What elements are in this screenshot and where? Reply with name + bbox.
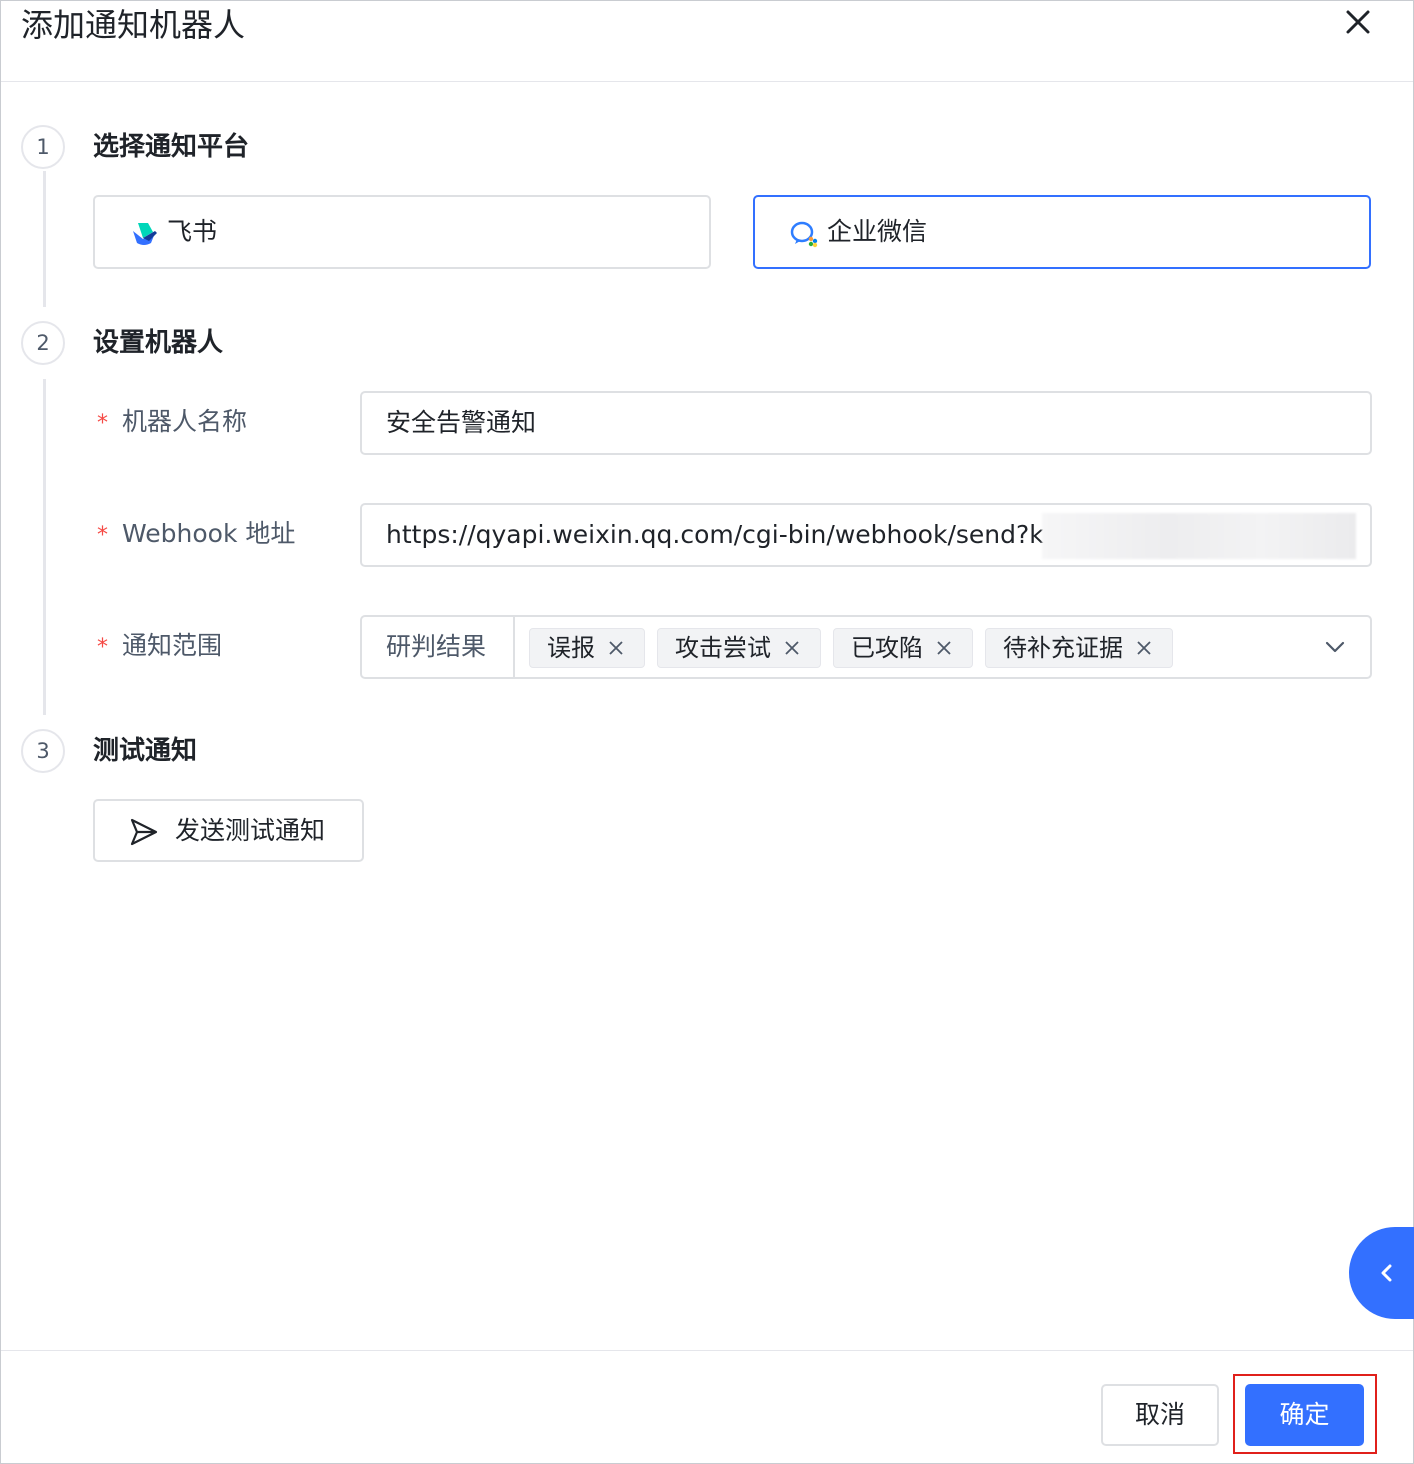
feishu-logo-icon xyxy=(133,223,157,245)
webhook-value: https://qyapi.weixin.qq.com/cgi-bin/webh… xyxy=(386,520,1094,549)
robot-name-input[interactable]: 安全告警通知 xyxy=(360,391,1372,455)
tag-close-icon[interactable] xyxy=(1135,639,1153,657)
step-2-indicator: 2 xyxy=(21,321,65,365)
redacted-key-mask xyxy=(1042,513,1356,559)
webhook-input[interactable]: https://qyapi.weixin.qq.com/cgi-bin/webh… xyxy=(360,503,1372,567)
platform-label: 飞书 xyxy=(167,217,218,246)
send-test-label: 发送测试通知 xyxy=(175,816,326,845)
scope-prefix: 研判结果 xyxy=(362,617,515,677)
dialog-footer: 取消 确定 xyxy=(1,1350,1413,1464)
platform-label: 企业微信 xyxy=(827,217,928,246)
scope-tag: 已攻陷 xyxy=(833,628,973,668)
tag-label: 已攻陷 xyxy=(851,634,923,662)
scope-tag: 攻击尝试 xyxy=(657,628,821,668)
scope-select[interactable]: 研判结果 误报 攻击尝试 已攻陷 待补充证据 xyxy=(360,615,1372,679)
required-mark: * xyxy=(97,635,108,660)
webhook-label: * Webhook 地址 xyxy=(97,519,296,548)
tag-close-icon[interactable] xyxy=(783,639,801,657)
required-mark: * xyxy=(97,411,108,436)
tag-close-icon[interactable] xyxy=(935,639,953,657)
dialog-header: 添加通知机器人 xyxy=(1,1,1413,82)
robot-name-label: * 机器人名称 xyxy=(97,407,248,436)
platform-option-feishu[interactable]: 飞书 xyxy=(93,195,711,269)
step-connector xyxy=(43,379,46,715)
step-2-title: 设置机器人 xyxy=(93,328,224,358)
scope-tag: 待补充证据 xyxy=(985,628,1173,668)
platform-option-wecom[interactable]: 企业微信 xyxy=(753,195,1371,269)
scope-tag: 误报 xyxy=(529,628,645,668)
step-1-indicator: 1 xyxy=(21,125,65,169)
required-mark: * xyxy=(97,523,108,548)
add-robot-dialog: 添加通知机器人 1 选择通知平台 飞书 企业微信 2 设置机器人 * 机器人名称… xyxy=(0,0,1414,1464)
close-button[interactable] xyxy=(1341,5,1375,39)
tag-label: 误报 xyxy=(547,634,595,662)
chevron-left-icon xyxy=(1381,1264,1392,1282)
step-3-indicator: 3 xyxy=(21,729,65,773)
scope-prefix-label: 研判结果 xyxy=(386,632,487,661)
send-test-notification-button[interactable]: 发送测试通知 xyxy=(93,799,364,862)
robot-name-value: 安全告警通知 xyxy=(386,408,537,437)
step-connector xyxy=(43,171,46,307)
wecom-logo-icon xyxy=(790,221,818,248)
step-3-title: 测试通知 xyxy=(93,736,198,766)
step-1-title: 选择通知平台 xyxy=(93,132,250,162)
close-icon xyxy=(1346,10,1370,34)
tag-label: 攻击尝试 xyxy=(675,634,771,662)
tag-close-icon[interactable] xyxy=(607,639,625,657)
chevron-down-icon[interactable] xyxy=(1324,639,1346,655)
send-icon xyxy=(130,818,158,846)
scope-label: * 通知范围 xyxy=(97,631,223,660)
dialog-title: 添加通知机器人 xyxy=(21,6,246,44)
tag-label: 待补充证据 xyxy=(1003,634,1123,662)
confirm-button[interactable]: 确定 xyxy=(1245,1384,1364,1446)
side-panel-toggle[interactable] xyxy=(1349,1227,1414,1319)
cancel-button[interactable]: 取消 xyxy=(1101,1384,1219,1446)
